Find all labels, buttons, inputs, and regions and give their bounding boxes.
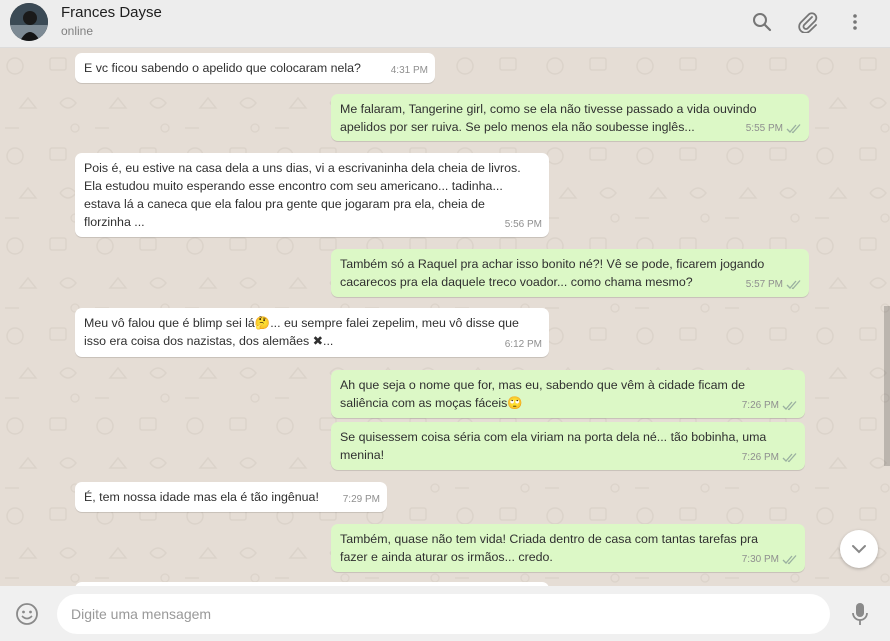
- message-time: 5:55 PM: [745, 123, 783, 134]
- scroll-to-bottom-button[interactable]: [840, 530, 878, 568]
- read-ticks-icon: [782, 401, 797, 411]
- message-text: Se quisessem coisa séria com ela viriam …: [340, 430, 770, 462]
- chat-pane[interactable]: E vc ficou sabendo o apelido que colocar…: [0, 48, 890, 586]
- read-ticks-icon: [782, 555, 797, 565]
- message-time: 5:56 PM: [504, 219, 542, 230]
- composer-bar: [0, 586, 890, 641]
- message-bubble-incoming[interactable]: Pois é, eu estive na casa dela a uns dia…: [75, 153, 549, 237]
- microphone-icon[interactable]: [848, 600, 872, 628]
- message-bubble-incoming[interactable]: É, tem nossa idade mas ela é tão ingênua…: [75, 482, 387, 512]
- message-bubble-outgoing[interactable]: Ah que seja o nome que for, mas eu, sabe…: [331, 370, 805, 418]
- message-time: 7:29 PM: [342, 494, 380, 505]
- message-bubble-outgoing[interactable]: Também, quase não tem vida! Criada dentr…: [331, 524, 805, 572]
- menu-icon[interactable]: [843, 10, 867, 34]
- message-input[interactable]: [57, 594, 830, 634]
- message-text: Ah que seja o nome que for, mas eu, sabe…: [340, 378, 749, 410]
- emoji-icon[interactable]: [14, 601, 40, 627]
- contact-name[interactable]: Frances Dayse: [61, 4, 162, 21]
- message-bubble-outgoing[interactable]: Se quisessem coisa séria com ela viriam …: [331, 422, 805, 470]
- message-text: Me falaram, Tangerine girl, como se ela …: [340, 102, 760, 134]
- message-time: 4:31 PM: [390, 65, 428, 76]
- read-ticks-icon: [782, 453, 797, 463]
- message-text: Pois é, eu estive na casa dela a uns dia…: [84, 161, 525, 229]
- message-time: 6:12 PM: [504, 339, 542, 350]
- chat-scrollbar[interactable]: [884, 306, 890, 466]
- contact-avatar[interactable]: [10, 3, 48, 41]
- message-text: Meu vô falou que é blimp sei lá🤔... eu s…: [84, 316, 523, 348]
- read-ticks-icon: [786, 280, 801, 290]
- message-time: 7:26 PM: [741, 400, 779, 411]
- contact-status: online: [61, 24, 94, 38]
- message-time: 7:30 PM: [741, 554, 779, 565]
- message-bubble-outgoing[interactable]: Me falaram, Tangerine girl, como se ela …: [331, 94, 809, 141]
- message-text: Também só a Raquel pra achar isso bonito…: [340, 257, 768, 289]
- search-icon[interactable]: [750, 10, 774, 34]
- message-bubble-outgoing[interactable]: Também só a Raquel pra achar isso bonito…: [331, 249, 809, 297]
- message-bubble-incoming[interactable]: E vc ficou sabendo o apelido que colocar…: [75, 53, 435, 83]
- message-time: 5:57 PM: [745, 279, 783, 290]
- message-time: 7:26 PM: [741, 452, 779, 463]
- message-text: É, tem nossa idade mas ela é tão ingênua…: [84, 490, 319, 504]
- attach-icon[interactable]: [796, 10, 820, 34]
- read-ticks-icon: [786, 124, 801, 134]
- chevron-down-icon: [852, 545, 866, 554]
- message-text: E vc ficou sabendo o apelido que colocar…: [84, 61, 361, 75]
- message-bubble-incoming[interactable]: Meu vô falou que é blimp sei lá🤔... eu s…: [75, 308, 549, 357]
- chat-header: Frances Dayse online: [0, 0, 890, 48]
- message-text: Também, quase não tem vida! Criada dentr…: [340, 532, 762, 564]
